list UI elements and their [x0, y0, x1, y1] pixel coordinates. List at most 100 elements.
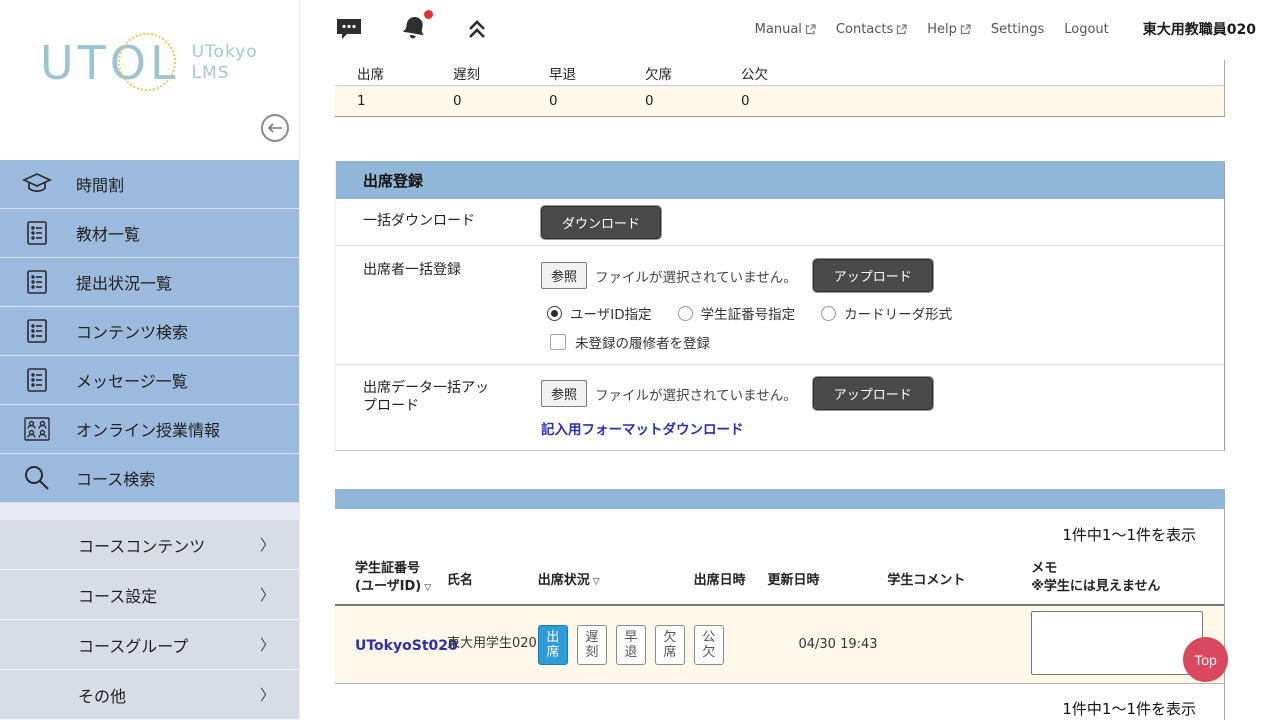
- attendance-table: 1件中1〜1件を表示 学生証番号 (ユーザID)▽ 氏名 出席状況▽ 出席日時 …: [335, 509, 1225, 720]
- radio-user-id[interactable]: ユーザID指定: [547, 303, 652, 323]
- file-select-line: 参照 ファイルが選択されていません。 アップロード: [541, 259, 952, 292]
- format-download-link[interactable]: 記入用フォーマットダウンロード: [541, 418, 744, 438]
- topbar-icon-group: [335, 14, 489, 44]
- result-count-bottom: 1件中1〜1件を表示: [335, 684, 1224, 720]
- status-button-late[interactable]: 遅刻: [577, 625, 607, 665]
- sidebar-item-online-class-info[interactable]: オンライン授業情報: [0, 405, 299, 454]
- download-button[interactable]: ダウンロード: [541, 206, 661, 239]
- topbar-links: Manual Contacts Help Settings: [755, 19, 1256, 39]
- attendee-bulk-register-controls: 参照 ファイルが選択されていません。 アップロード ユーザID指定 学生証番号指…: [541, 259, 952, 352]
- column-attendance-datetime: 出席日時: [690, 569, 764, 588]
- attendance-data-upload-controls: 参照 ファイルが選択されていません。 アップロード 記入用フォーマットダウンロー…: [541, 377, 933, 438]
- summary-value-present: 1: [335, 93, 431, 109]
- upload-button[interactable]: アップロード: [813, 259, 933, 292]
- logout-link[interactable]: Logout: [1064, 22, 1109, 37]
- status-button-left-early[interactable]: 早退: [616, 625, 646, 665]
- double-chevron-up-icon[interactable]: [465, 17, 489, 41]
- logout-link-label: Logout: [1064, 22, 1109, 37]
- sidebar-collapse-button[interactable]: [261, 114, 289, 142]
- contacts-link-label: Contacts: [836, 22, 893, 37]
- sidebar-item-label: メッセージ一覧: [76, 368, 188, 392]
- status-button-excused[interactable]: 公欠: [694, 625, 724, 665]
- logo-ring-decoration: [118, 33, 176, 91]
- contacts-link[interactable]: Contacts: [836, 22, 907, 37]
- upload-button[interactable]: アップロード: [813, 377, 933, 410]
- sidebar: UTOL UTokyo LMS 時間割: [0, 0, 300, 720]
- radio-label: ユーザID指定: [570, 303, 652, 323]
- attendee-bulk-register-label: 出席者一括登録: [336, 259, 495, 352]
- sidebar-item-content-search[interactable]: コンテンツ検索: [0, 307, 299, 356]
- file-status-text: ファイルが選択されていません。: [595, 266, 797, 286]
- status-button-label: 早退: [624, 630, 638, 660]
- summary-header-left-early: 早退: [527, 63, 623, 83]
- arrow-left-icon: [267, 122, 283, 134]
- settings-link[interactable]: Settings: [991, 22, 1044, 37]
- settings-link-label: Settings: [991, 22, 1044, 37]
- manual-link[interactable]: Manual: [755, 22, 816, 37]
- column-updated-datetime: 更新日時: [764, 569, 884, 588]
- sidebar-item-course-search[interactable]: コース検索: [0, 454, 299, 503]
- chat-icon[interactable]: [335, 16, 363, 42]
- sidebar-item-course-settings[interactable]: コース設定 〉: [0, 570, 299, 620]
- table-row: UTokyoSt020 東大用学生020 出席 遅刻 早退 欠席 公欠 04/3: [335, 606, 1224, 684]
- summary-value-absent: 0: [623, 93, 719, 109]
- sidebar-item-course-contents[interactable]: コースコンテンツ 〉: [0, 520, 299, 570]
- student-id-link[interactable]: UTokyoSt020: [355, 638, 458, 654]
- status-button-present[interactable]: 出席: [538, 625, 568, 665]
- sidebar-item-materials[interactable]: 教材一覧: [0, 209, 299, 258]
- attendance-list-section: 1件中1〜1件を表示 学生証番号 (ユーザID)▽ 氏名 出席状況▽ 出席日時 …: [335, 489, 1225, 720]
- memo-cell: [1029, 611, 1209, 679]
- attendee-bulk-register-row: 出席者一括登録 参照 ファイルが選択されていません。 アップロード ユーザID指…: [336, 246, 1224, 365]
- sidebar-item-others[interactable]: その他 〉: [0, 670, 299, 720]
- help-link-label: Help: [927, 22, 957, 37]
- document-list-icon: [20, 317, 54, 345]
- summary-header-absent: 欠席: [623, 63, 719, 83]
- sidebar-item-submission-status[interactable]: 提出状況一覧: [0, 258, 299, 307]
- status-button-absent[interactable]: 欠席: [655, 625, 685, 665]
- status-cell: 出席 遅刻 早退 欠席 公欠: [538, 625, 690, 665]
- radio-student-card-number[interactable]: 学生証番号指定: [678, 303, 796, 323]
- radio-selected-icon: [547, 306, 562, 321]
- column-student-id-line2: (ユーザID)▽: [355, 578, 447, 596]
- id-type-radio-group: ユーザID指定 学生証番号指定 カードリーダ形式: [541, 303, 952, 323]
- logo-subtext-line1: UTokyo: [192, 42, 258, 62]
- student-id-cell: UTokyoSt020: [355, 635, 447, 654]
- sort-triangle-icon[interactable]: ▽: [593, 577, 600, 587]
- summary-header-late: 遅刻: [431, 63, 527, 83]
- document-list-icon: [20, 219, 54, 247]
- attendance-data-upload-row: 出席データ一括アップロード 参照 ファイルが選択されていません。 アップロード …: [336, 365, 1224, 450]
- radio-card-reader-format[interactable]: カードリーダ形式: [821, 303, 952, 323]
- sidebar-item-label: 教材一覧: [76, 221, 140, 245]
- chevron-right-icon: 〉: [260, 684, 275, 705]
- sidebar-item-messages[interactable]: メッセージ一覧: [0, 356, 299, 405]
- updated-datetime-cell: 04/30 19:43: [764, 637, 884, 652]
- attendance-data-upload-label: 出席データ一括アップロード: [336, 377, 495, 438]
- summary-header-row: 出席 遅刻 早退 欠席 公欠: [335, 60, 1224, 86]
- graduation-cap-icon: [20, 169, 54, 199]
- sidebar-item-label: 提出状況一覧: [76, 270, 172, 294]
- browse-button[interactable]: 参照: [541, 380, 587, 407]
- people-grid-icon: [20, 414, 54, 444]
- help-link[interactable]: Help: [927, 22, 971, 37]
- memo-textarea[interactable]: [1031, 611, 1203, 675]
- notification-bell-icon[interactable]: [399, 14, 429, 44]
- scroll-to-top-button[interactable]: Top: [1183, 637, 1228, 682]
- sub-item-label: コースグループ: [78, 633, 188, 657]
- status-button-label: 出席: [546, 630, 560, 660]
- bulk-download-label: 一括ダウンロード: [336, 213, 495, 231]
- sort-triangle-icon[interactable]: ▽: [424, 583, 431, 593]
- status-button-label: 公欠: [702, 630, 716, 660]
- checkbox-icon[interactable]: [550, 334, 566, 350]
- browse-button[interactable]: 参照: [541, 262, 587, 289]
- sidebar-item-timetable[interactable]: 時間割: [0, 160, 299, 209]
- search-icon: [20, 463, 54, 493]
- sub-item-label: コースコンテンツ: [78, 533, 205, 557]
- summary-value-left-early: 0: [527, 93, 623, 109]
- radio-label: カードリーダ形式: [844, 303, 952, 323]
- column-memo-line2: ※学生には見えません: [1031, 578, 1209, 596]
- logo-area: UTOL UTokyo LMS: [0, 0, 299, 160]
- student-name-cell: 東大用学生020: [447, 636, 538, 653]
- content: 出席 遅刻 早退 欠席 公欠 1 0 0 0 0 出席登録 一括ダウンロード ダ…: [300, 58, 1280, 720]
- chevron-right-icon: 〉: [260, 534, 275, 555]
- sidebar-item-course-group[interactable]: コースグループ 〉: [0, 620, 299, 670]
